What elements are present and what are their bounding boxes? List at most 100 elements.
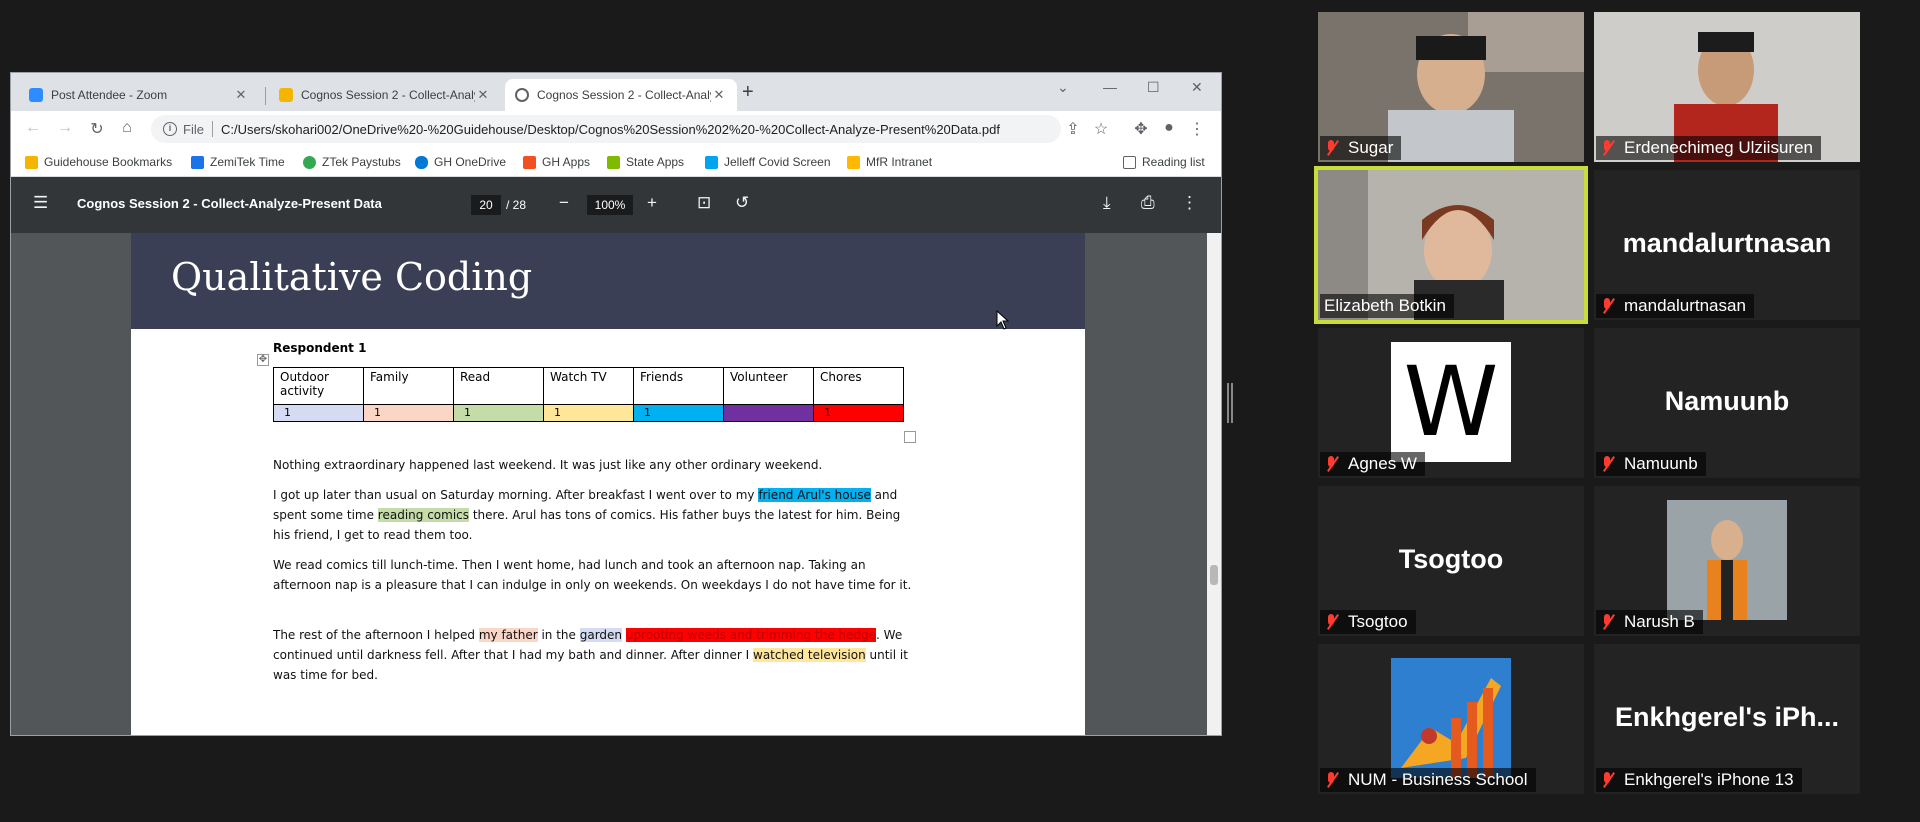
home-icon[interactable]: ⌂ (117, 119, 137, 137)
profile-icon[interactable]: ● (1159, 119, 1179, 137)
bookmark-zemitek[interactable]: ZemiTek Time (191, 155, 285, 169)
zoom-level-input[interactable]: 100% (587, 195, 633, 215)
participant-tile-active-speaker[interactable]: Elizabeth Botkin (1314, 166, 1588, 324)
pdf-toolbar: ☰ Cognos Session 2 - Collect-Analyze-Pre… (11, 177, 1221, 233)
forward-icon[interactable]: → (55, 119, 75, 137)
bookmark-label: MfR Intranet (866, 155, 933, 169)
participant-tile[interactable]: Sugar (1318, 12, 1584, 162)
extensions-icon[interactable]: ✥ (1131, 119, 1151, 139)
participant-tile[interactable]: mandalurtnasan mandalurtnasan (1594, 170, 1860, 320)
desktop: Post Attendee - Zoom ✕ Cognos Session 2 … (0, 0, 1920, 822)
table-header: Family (363, 367, 454, 405)
url-text[interactable]: C:/Users/skohari002/OneDrive%20-%20Guide… (221, 122, 1000, 137)
participant-name: Tsogtoo (1348, 612, 1408, 631)
close-icon[interactable]: ✕ (711, 87, 727, 103)
avatar (1391, 658, 1511, 778)
bookmark-label: ZTek Paystubs (322, 155, 401, 169)
fit-page-icon[interactable]: ⊡ (697, 193, 711, 213)
highlight-read: reading comics (377, 508, 470, 522)
table-header: Friends (633, 367, 724, 405)
table-header: Watch TV (543, 367, 634, 405)
pdf-viewport[interactable]: Qualitative Coding ✥ Respondent 1 Outdoo… (11, 233, 1209, 735)
tab-cognos-1[interactable]: Cognos Session 2 - Collect-Analy ✕ (269, 79, 501, 111)
tab-zoom[interactable]: Post Attendee - Zoom ✕ (19, 79, 259, 111)
zoom-out-icon[interactable]: − (559, 193, 569, 213)
hamburger-menu-icon[interactable]: ☰ (33, 193, 48, 213)
text-run: I got up later than usual on Saturday mo… (273, 488, 759, 502)
info-icon[interactable]: i (163, 122, 177, 136)
table-move-handle-icon[interactable]: ✥ (257, 354, 269, 366)
muted-mic-icon (1600, 139, 1614, 157)
participant-tile[interactable]: W Agnes W (1318, 328, 1584, 478)
reload-icon[interactable]: ↻ (87, 119, 107, 139)
table-header-row: Outdoor activity Family Read Watch TV Fr… (273, 367, 904, 405)
table-resize-handle[interactable] (904, 431, 916, 443)
folder-icon (25, 155, 38, 169)
download-icon[interactable]: ⤓ (1103, 193, 1111, 213)
bookmark-guidehouse[interactable]: Guidehouse Bookmarks (25, 155, 172, 169)
bookmark-jelleff[interactable]: Jelleff Covid Screen (705, 155, 831, 169)
table-cell: 1 (543, 404, 634, 422)
muted-mic-icon (1600, 297, 1614, 315)
address-bar[interactable]: i File C:/Users/skohari002/OneDrive%20-%… (151, 115, 1061, 143)
microsoft-icon (607, 155, 620, 169)
bookmark-star-icon[interactable]: ☆ (1091, 119, 1111, 139)
pdf-scrollbar[interactable] (1207, 233, 1221, 735)
bookmark-mfr[interactable]: MfR Intranet (847, 155, 932, 169)
paragraph-3: We read comics till lunch-time. Then I w… (273, 558, 912, 592)
muted-mic-icon (1324, 455, 1338, 473)
bookmark-label: ZemiTek Time (210, 155, 285, 169)
coding-table: Outdoor activity Family Read Watch TV Fr… (273, 367, 904, 422)
name-tag: Elizabeth Botkin (1320, 294, 1454, 318)
url-divider (211, 121, 213, 137)
bookmark-gh-apps[interactable]: GH Apps (523, 155, 590, 169)
close-icon[interactable]: ✕ (233, 87, 249, 103)
new-tab-button[interactable]: + (742, 81, 754, 104)
page-number-input[interactable]: 20 (471, 195, 501, 215)
highlight-chores: uprooting weeds and trimming the hedge (625, 628, 877, 642)
more-options-icon[interactable]: ⋮ (1181, 193, 1198, 213)
page-total: / 28 (506, 198, 527, 212)
window-close-icon[interactable]: ✕ (1191, 79, 1203, 96)
participant-tile[interactable]: NUM - Business School (1318, 644, 1584, 794)
bookmark-onedrive[interactable]: GH OneDrive (415, 155, 506, 169)
bookmark-label: Jelleff Covid Screen (724, 155, 831, 169)
reading-list[interactable]: Reading list (1123, 155, 1205, 169)
muted-mic-icon (1600, 613, 1614, 631)
highlight-family: my father (478, 628, 538, 642)
bookmarks-bar: Guidehouse Bookmarks ZemiTek Time ZTek P… (11, 147, 1221, 177)
bookmark-state-apps[interactable]: State Apps (607, 155, 684, 169)
rotate-icon[interactable]: ↺ (735, 193, 749, 213)
bookmark-label: GH OneDrive (434, 155, 507, 169)
scrollbar-thumb[interactable] (1210, 565, 1218, 585)
tab-strip: Post Attendee - Zoom ✕ Cognos Session 2 … (11, 73, 1221, 111)
menu-icon[interactable]: ⋮ (1187, 119, 1207, 139)
participant-tile[interactable]: Erdenechimeg Ulziisuren (1594, 12, 1860, 162)
tab-title: Cognos Session 2 - Collect-Analy (301, 88, 475, 102)
bookmark-ztek[interactable]: ZTek Paystubs (303, 155, 401, 169)
participant-display-name: mandalurtnasan (1622, 228, 1832, 258)
highlight-outdoor: garden (579, 628, 623, 642)
tab-cognos-2[interactable]: Cognos Session 2 - Collect-Analy ✕ (505, 79, 737, 111)
participant-name: Enkhgerel's iPhone 13 (1624, 770, 1794, 789)
maximize-icon[interactable]: ☐ (1147, 79, 1160, 96)
minimize-icon[interactable]: — (1103, 79, 1117, 95)
zoom-in-icon[interactable]: + (647, 193, 657, 213)
zemitek-icon (191, 155, 204, 169)
participant-name: Elizabeth Botkin (1324, 296, 1446, 315)
participant-tile[interactable]: Namuunb Namuunb (1594, 328, 1860, 478)
participant-tile[interactable]: Enkhgerel's iPh... Enkhgerel's iPhone 13 (1594, 644, 1860, 794)
split-divider-handle[interactable] (1227, 383, 1233, 423)
name-tag: Agnes W (1320, 452, 1425, 476)
tab-search-icon[interactable]: ⌄ (1057, 79, 1069, 96)
name-tag: mandalurtnasan (1596, 294, 1754, 318)
participant-tile[interactable]: Tsogtoo Tsogtoo (1318, 486, 1584, 636)
back-icon[interactable]: ← (23, 119, 43, 137)
close-icon[interactable]: ✕ (475, 87, 491, 103)
participant-tile[interactable]: Narush B (1594, 486, 1860, 636)
print-icon[interactable]: ⎙ (1141, 193, 1155, 213)
share-icon[interactable]: ⇪ (1063, 119, 1083, 139)
participant-name: NUM - Business School (1348, 770, 1528, 789)
highlight-friends: friend Arul's house (758, 488, 871, 502)
table-row: 1 1 1 1 1 1 (273, 404, 904, 422)
